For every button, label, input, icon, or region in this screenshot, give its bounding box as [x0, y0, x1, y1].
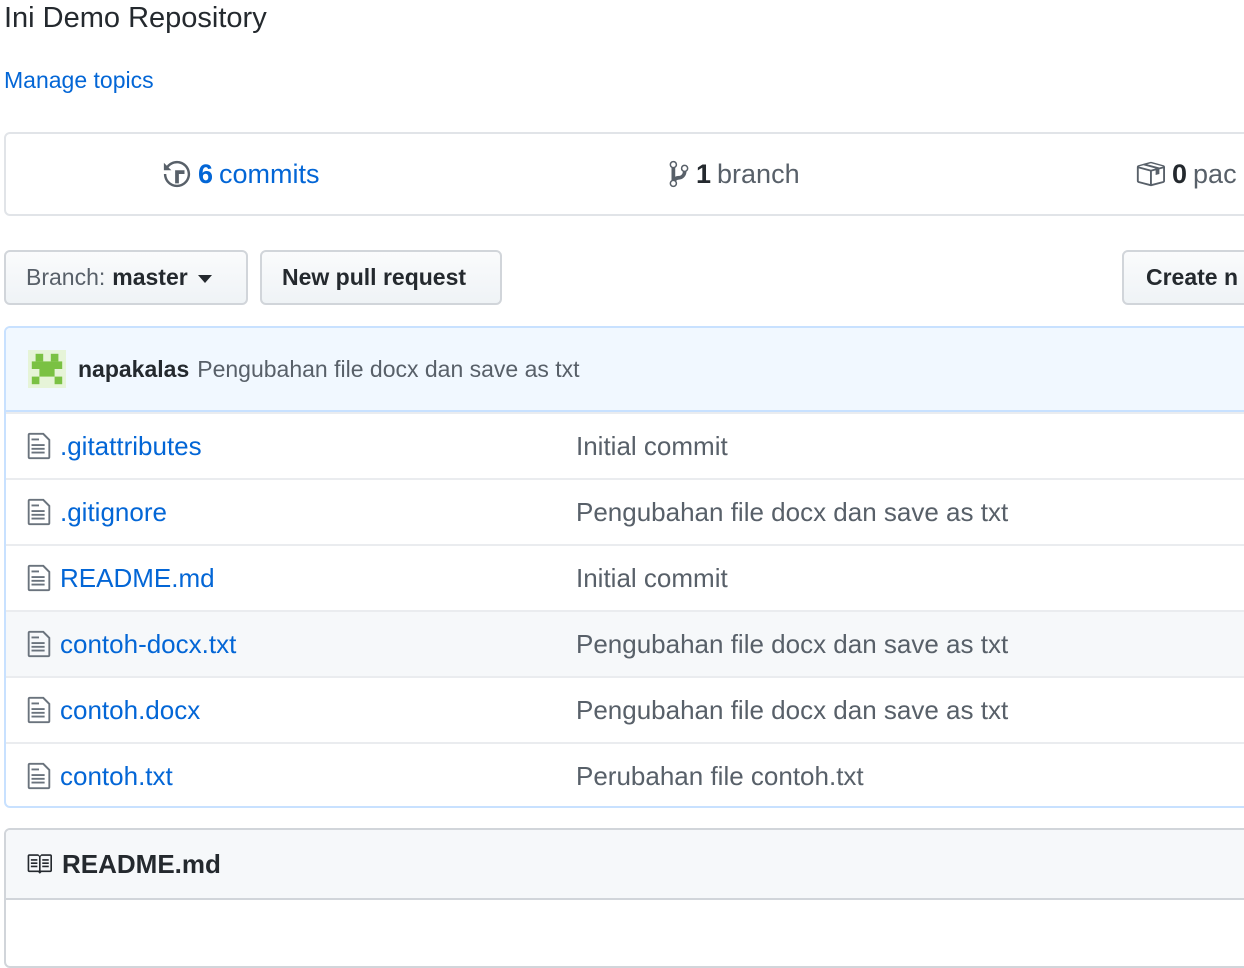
commit-author[interactable]: napakalas [78, 356, 189, 383]
file-name-link[interactable]: contoh.txt [60, 761, 173, 792]
file-commit-message[interactable]: Pengubahan file docx dan save as txt [576, 497, 1008, 528]
packages-link[interactable]: 0 pac [1134, 134, 1237, 214]
identicon-icon [28, 350, 66, 388]
commits-count: 6 [198, 158, 214, 189]
file-icon [27, 564, 51, 592]
branches-label: branch [717, 158, 800, 189]
branch-select-button[interactable]: Branch: master [4, 250, 248, 305]
file-row: contoh-docx.txt Pengubahan file docx dan… [6, 610, 1244, 676]
file-icon [27, 762, 51, 790]
avatar[interactable] [28, 350, 66, 388]
history-icon [163, 160, 191, 188]
file-navigation: napakalas Pengubahan file docx dan save … [4, 326, 1244, 808]
file-commit-message[interactable]: Initial commit [576, 431, 728, 462]
readme-panel: README.md [4, 828, 1244, 968]
manage-topics-link[interactable]: Manage topics [4, 67, 154, 94]
git-branch-icon [669, 160, 689, 188]
caret-down-icon [197, 274, 212, 283]
file-commit-message[interactable]: Pengubahan file docx dan save as txt [576, 695, 1008, 726]
file-name-link[interactable]: .gitattributes [60, 431, 202, 462]
branch-prefix: Branch: [26, 264, 106, 290]
file-row: .gitignore Pengubahan file docx dan save… [6, 478, 1244, 544]
readme-title: README.md [62, 848, 221, 879]
packages-label: pac [1193, 158, 1237, 189]
readme-header: README.md [6, 830, 1244, 900]
create-new-file-label: Create n [1146, 264, 1239, 290]
branches-link[interactable]: 1 branch [668, 134, 800, 214]
branches-count: 1 [696, 158, 712, 189]
file-icon [27, 498, 51, 526]
packages-count: 0 [1172, 158, 1188, 189]
file-row: contoh.docx Pengubahan file docx dan sav… [6, 676, 1244, 742]
commit-message[interactable]: Pengubahan file docx dan save as txt [197, 356, 579, 383]
package-icon [1136, 161, 1165, 187]
file-row: .gitattributes Initial commit [6, 412, 1244, 478]
commits-label: commits [219, 158, 320, 189]
file-name-link[interactable]: .gitignore [60, 497, 167, 528]
file-commit-message[interactable]: Pengubahan file docx dan save as txt [576, 629, 1008, 660]
file-commit-message[interactable]: Perubahan file contoh.txt [576, 761, 864, 792]
file-row: README.md Initial commit [6, 544, 1244, 610]
file-name-link[interactable]: contoh.docx [60, 695, 200, 726]
new-pull-request-label: New pull request [282, 264, 467, 290]
file-icon [27, 630, 51, 658]
file-row: contoh.txt Perubahan file contoh.txt [6, 742, 1244, 806]
create-new-file-button[interactable]: Create n [1122, 250, 1244, 305]
latest-commit-bar: napakalas Pengubahan file docx dan save … [6, 328, 1244, 412]
repo-description: Ini Demo Repository [4, 2, 267, 34]
file-name-link[interactable]: README.md [60, 563, 215, 594]
file-commit-message[interactable]: Initial commit [576, 563, 728, 594]
file-name-link[interactable]: contoh-docx.txt [60, 629, 236, 660]
file-icon [27, 696, 51, 724]
numbers-summary: 6 commits 1 branch 0 pac [4, 132, 1244, 216]
branch-name: master [112, 264, 188, 290]
book-icon [27, 854, 52, 874]
commits-link[interactable]: 6 commits [162, 134, 320, 214]
file-icon [27, 432, 51, 460]
new-pull-request-button[interactable]: New pull request [260, 250, 502, 305]
